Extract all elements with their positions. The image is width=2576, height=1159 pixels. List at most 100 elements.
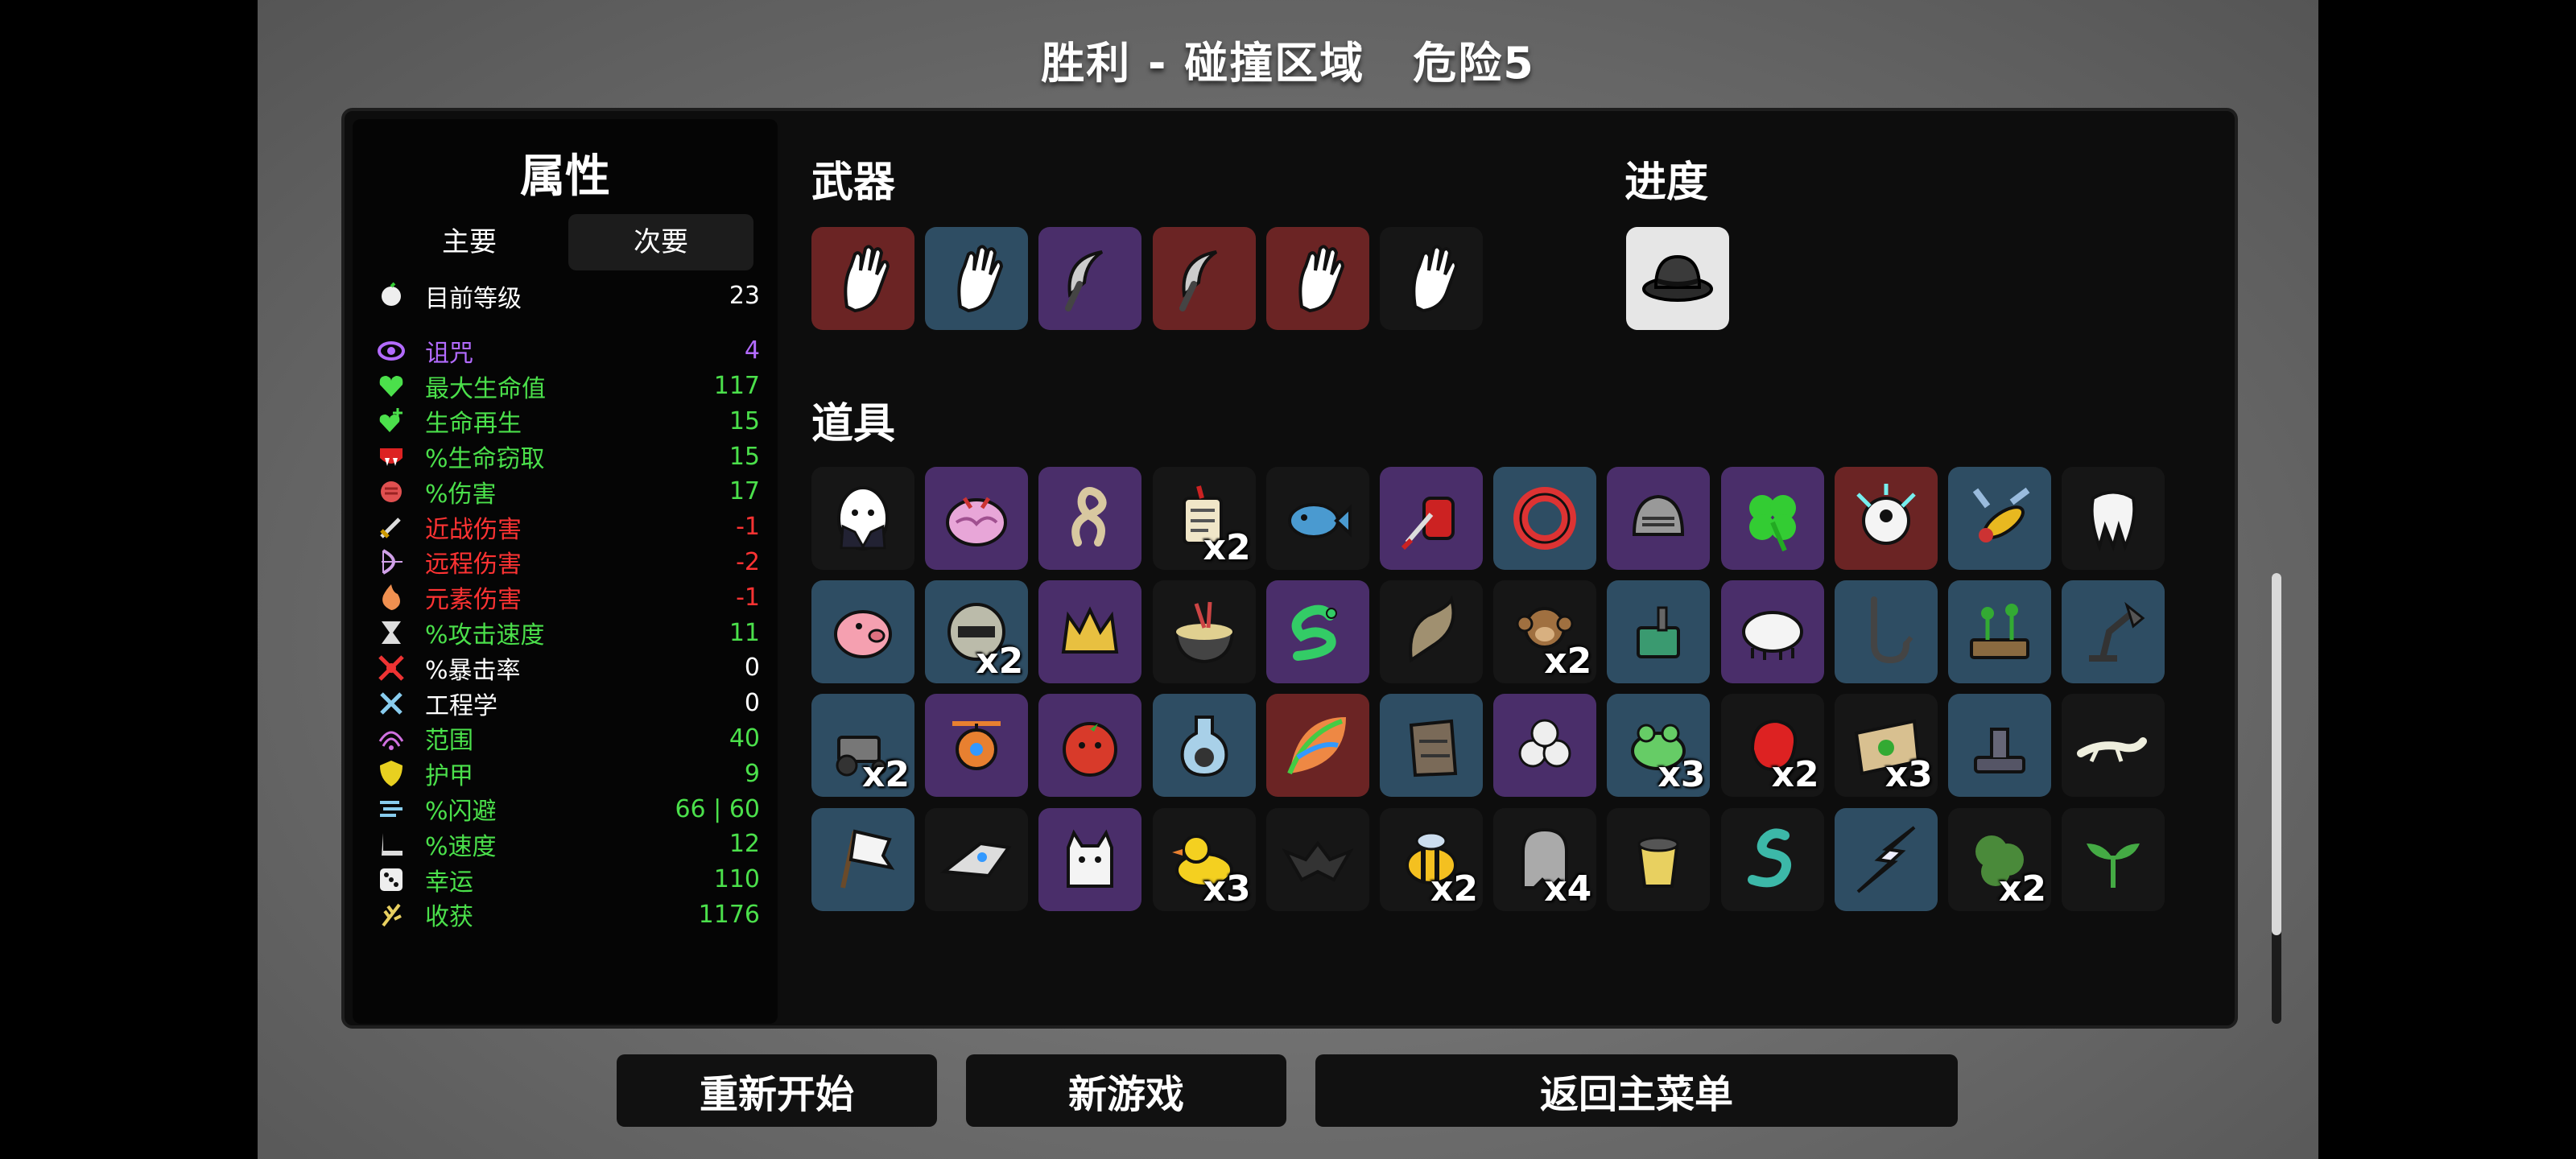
item-slot[interactable] (1152, 580, 1256, 684)
scrollbar-thumb[interactable] (2272, 573, 2281, 935)
item-slot[interactable] (1720, 467, 1824, 570)
stats-panel: 属性 主要 次要 目前等级 23 诅咒 4 最大生命值 117 生命再生 15 %生命窃取 15%… (353, 119, 778, 1024)
stat-row[interactable]: 范围 40 (377, 721, 760, 757)
stat-row[interactable]: 生命再生 15 (377, 403, 760, 439)
stat-value: 0 (744, 654, 760, 683)
stat-value: 110 (713, 865, 760, 894)
lizard-icon (2069, 701, 2157, 790)
stat-row[interactable]: %伤害 17 (377, 474, 760, 509)
item-slot[interactable] (1265, 694, 1369, 798)
item-slot[interactable]: x2 (925, 580, 1029, 684)
weapon-slot[interactable] (1265, 227, 1369, 330)
stat-row[interactable]: 最大生命值 117 (377, 369, 760, 404)
weapon-slot[interactable] (1152, 227, 1256, 330)
lamp-icon (2069, 588, 2157, 676)
item-slot[interactable]: x4 (1493, 807, 1597, 911)
item-slot[interactable] (1380, 467, 1483, 570)
item-slot[interactable] (1493, 694, 1597, 798)
bowler-hat-icon (1633, 234, 1722, 323)
stat-label: 最大生命值 (425, 374, 546, 403)
stat-row[interactable]: %暴击率 0 (377, 650, 760, 686)
item-slot[interactable] (1265, 467, 1369, 570)
stat-row[interactable]: %速度 12 (377, 827, 760, 862)
item-slot[interactable]: x2 (811, 694, 914, 798)
item-quantity: x3 (1203, 868, 1251, 909)
item-slot[interactable] (1607, 580, 1711, 684)
item-slot[interactable] (925, 694, 1029, 798)
progress-slot[interactable] (1626, 227, 1729, 330)
item-slot[interactable] (925, 467, 1029, 570)
item-slot[interactable] (1834, 807, 1938, 911)
item-slot[interactable]: x2 (1380, 807, 1483, 911)
item-slot[interactable] (1380, 580, 1483, 684)
item-slot[interactable] (1948, 467, 2051, 570)
item-slot[interactable] (811, 580, 914, 684)
item-slot[interactable] (925, 807, 1029, 911)
stat-row[interactable]: 诅咒 4 (377, 333, 760, 369)
cat-icon (1046, 815, 1134, 904)
items-scrollbar[interactable] (2272, 573, 2281, 1024)
item-slot[interactable] (1720, 807, 1824, 911)
weapon-slot[interactable] (1380, 227, 1483, 330)
item-slot[interactable] (1265, 807, 1369, 911)
item-slot[interactable]: x3 (1834, 694, 1938, 798)
item-slot[interactable] (1038, 580, 1142, 684)
stat-value: 66 | 60 (675, 794, 760, 823)
stat-row[interactable]: 元素伤害 -1 (377, 580, 760, 615)
item-slot[interactable] (811, 807, 914, 911)
tab-secondary[interactable]: 次要 (568, 214, 753, 270)
stat-row[interactable]: 收获 1176 (377, 897, 760, 933)
item-slot[interactable]: x3 (1607, 694, 1711, 798)
item-slot[interactable] (1948, 694, 2051, 798)
stat-row[interactable]: 幸运 110 (377, 862, 760, 897)
item-slot[interactable] (2062, 467, 2165, 570)
item-slot[interactable] (1493, 467, 1597, 570)
item-slot[interactable]: x2 (1948, 807, 2051, 911)
results-panel: 属性 主要 次要 目前等级 23 诅咒 4 最大生命值 117 生命再生 15 %生命窃取 15%… (341, 108, 2281, 1029)
item-slot[interactable] (811, 467, 914, 570)
item-slot[interactable] (1948, 580, 2051, 684)
curse-eye-icon (377, 336, 406, 365)
weapon-slot[interactable] (811, 227, 914, 330)
danger-level: 危险5 (1413, 38, 1535, 89)
item-slot[interactable] (1038, 467, 1142, 570)
stat-value: 40 (729, 724, 760, 753)
item-slot[interactable] (1607, 467, 1711, 570)
item-slot[interactable] (1380, 694, 1483, 798)
item-slot[interactable] (1834, 580, 1938, 684)
flame-icon (377, 583, 406, 612)
item-slot[interactable] (2062, 807, 2165, 911)
item-slot[interactable] (1720, 580, 1824, 684)
stat-row[interactable]: 工程学 0 (377, 686, 760, 721)
item-slot[interactable]: x2 (1493, 580, 1597, 684)
stat-row[interactable]: 近战伤害 -1 (377, 509, 760, 545)
range-icon (377, 724, 406, 753)
new-game-button[interactable]: 新游戏 (966, 1054, 1286, 1127)
stat-row[interactable]: %生命窃取 15 (377, 439, 760, 474)
stat-row[interactable]: 护甲 9 (377, 756, 760, 791)
item-slot[interactable]: x3 (1152, 807, 1256, 911)
item-slot[interactable] (1038, 694, 1142, 798)
weapon-slot[interactable] (1038, 227, 1142, 330)
restart-button[interactable]: 重新开始 (617, 1054, 937, 1127)
item-slot[interactable]: x2 (1720, 694, 1824, 798)
item-slot[interactable] (1152, 694, 1256, 798)
item-slot[interactable]: x2 (1152, 467, 1256, 570)
stats-title: 属性 (520, 151, 610, 203)
horn-icon (1387, 588, 1476, 676)
item-slot[interactable] (2062, 580, 2165, 684)
main-menu-button[interactable]: 返回主菜单 (1315, 1054, 1958, 1127)
stat-row[interactable]: 目前等级 23 (377, 278, 760, 314)
item-slot[interactable] (1607, 807, 1711, 911)
stat-label: %伤害 (425, 480, 497, 509)
tab-primary[interactable]: 主要 (377, 214, 562, 270)
stat-row[interactable]: %闪避 66 | 60 (377, 791, 760, 827)
stat-label: 目前等级 (425, 284, 522, 313)
stat-row[interactable]: 远程伤害 -2 (377, 545, 760, 580)
weapon-slot[interactable] (925, 227, 1029, 330)
item-slot[interactable] (1834, 467, 1938, 570)
item-slot[interactable] (1265, 580, 1369, 684)
stat-row[interactable]: %攻击速度 11 (377, 615, 760, 650)
item-slot[interactable] (1038, 807, 1142, 911)
item-slot[interactable] (2062, 694, 2165, 798)
